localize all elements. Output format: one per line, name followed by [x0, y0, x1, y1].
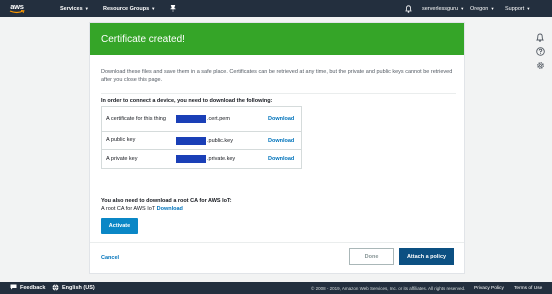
- download-private-key-link[interactable]: Download: [268, 150, 294, 168]
- language-label: English (US): [62, 285, 95, 291]
- privacy-policy-link[interactable]: Privacy Policy: [474, 282, 504, 294]
- redacted-block: [176, 155, 206, 163]
- activate-button[interactable]: Activate: [101, 218, 138, 234]
- download-public-key-link[interactable]: Download: [268, 132, 294, 149]
- root-ca-line: A root CA for AWS IoT Download: [101, 206, 183, 212]
- aws-logo-text: aws: [10, 2, 24, 11]
- settings-icon[interactable]: [534, 59, 546, 71]
- footer-bar: Feedback English (US) © 2008 - 2019, Ama…: [0, 282, 552, 294]
- done-button[interactable]: Done: [349, 248, 394, 265]
- resource-groups-label: Resource Groups: [103, 5, 150, 12]
- cancel-button[interactable]: Cancel: [101, 255, 119, 261]
- chevron-down-icon: ▾: [491, 5, 494, 11]
- file-label: A private key: [106, 155, 138, 162]
- bell-icon[interactable]: [405, 0, 412, 17]
- services-menu[interactable]: Services ▾: [60, 0, 88, 17]
- help-icon[interactable]: [534, 45, 546, 57]
- chevron-down-icon: ▾: [461, 5, 464, 11]
- attach-policy-button[interactable]: Attach a policy: [399, 248, 454, 265]
- copyright-text: © 2008 - 2019, Amazon Web Services, Inc.…: [311, 285, 466, 291]
- chevron-down-icon: ▾: [527, 5, 530, 11]
- account-menu[interactable]: serverlessguru ▾: [422, 0, 463, 17]
- feedback-link[interactable]: Feedback: [10, 282, 45, 294]
- terms-of-use-link[interactable]: Terms of Use: [514, 282, 542, 294]
- table-row: A public key .public.key Download: [102, 132, 301, 150]
- divider: [90, 242, 464, 243]
- requirement-heading: In order to connect a device, you need t…: [101, 98, 273, 104]
- pin-icon[interactable]: [170, 0, 176, 17]
- aws-smile-icon: [9, 10, 25, 14]
- region-menu[interactable]: Oregon ▾: [470, 0, 494, 17]
- region-label: Oregon: [470, 5, 489, 12]
- file-name: .public.key: [207, 137, 233, 144]
- account-label: serverlessguru: [422, 5, 459, 12]
- root-ca-text: A root CA for AWS IoT: [101, 206, 156, 212]
- globe-icon: [52, 283, 59, 293]
- file-name: .cert.pem: [207, 116, 230, 122]
- file-name: .private.key: [207, 156, 236, 162]
- redacted-block: [176, 115, 206, 123]
- divider: [101, 93, 456, 94]
- top-navigation-bar: aws Services ▾ Resource Groups ▾ serverles…: [0, 0, 552, 17]
- support-label: Support: [505, 5, 525, 12]
- chevron-down-icon: ▾: [152, 5, 155, 11]
- feedback-icon: [10, 284, 17, 292]
- file-label: A certificate for this thing: [106, 115, 166, 122]
- file-label: A public key: [106, 137, 136, 143]
- banner-title: Certificate created!: [101, 33, 185, 45]
- notification-icon[interactable]: [534, 31, 546, 43]
- download-root-ca-link[interactable]: Download: [157, 206, 183, 212]
- services-label: Services: [60, 5, 83, 12]
- feedback-label: Feedback: [20, 285, 46, 291]
- download-certificate-link[interactable]: Download: [268, 107, 294, 131]
- success-banner: Certificate created!: [90, 23, 464, 55]
- redacted-block: [176, 136, 206, 145]
- language-selector[interactable]: English (US): [52, 282, 95, 294]
- support-menu[interactable]: Support ▾: [505, 0, 530, 17]
- intro-text: Download these files and save them in a …: [101, 69, 453, 83]
- table-row: A certificate for this thing .cert.pem D…: [102, 107, 301, 132]
- chevron-down-icon: ▾: [85, 5, 88, 11]
- certificate-files-table: A certificate for this thing .cert.pem D…: [101, 106, 302, 169]
- resource-groups-menu[interactable]: Resource Groups ▾: [103, 0, 154, 17]
- certificate-created-panel: Certificate created! Download these file…: [89, 22, 465, 274]
- root-ca-heading: You also need to download a root CA for …: [101, 198, 232, 204]
- table-row: A private key .private.key Download: [102, 150, 301, 168]
- aws-logo-icon[interactable]: aws: [8, 0, 26, 17]
